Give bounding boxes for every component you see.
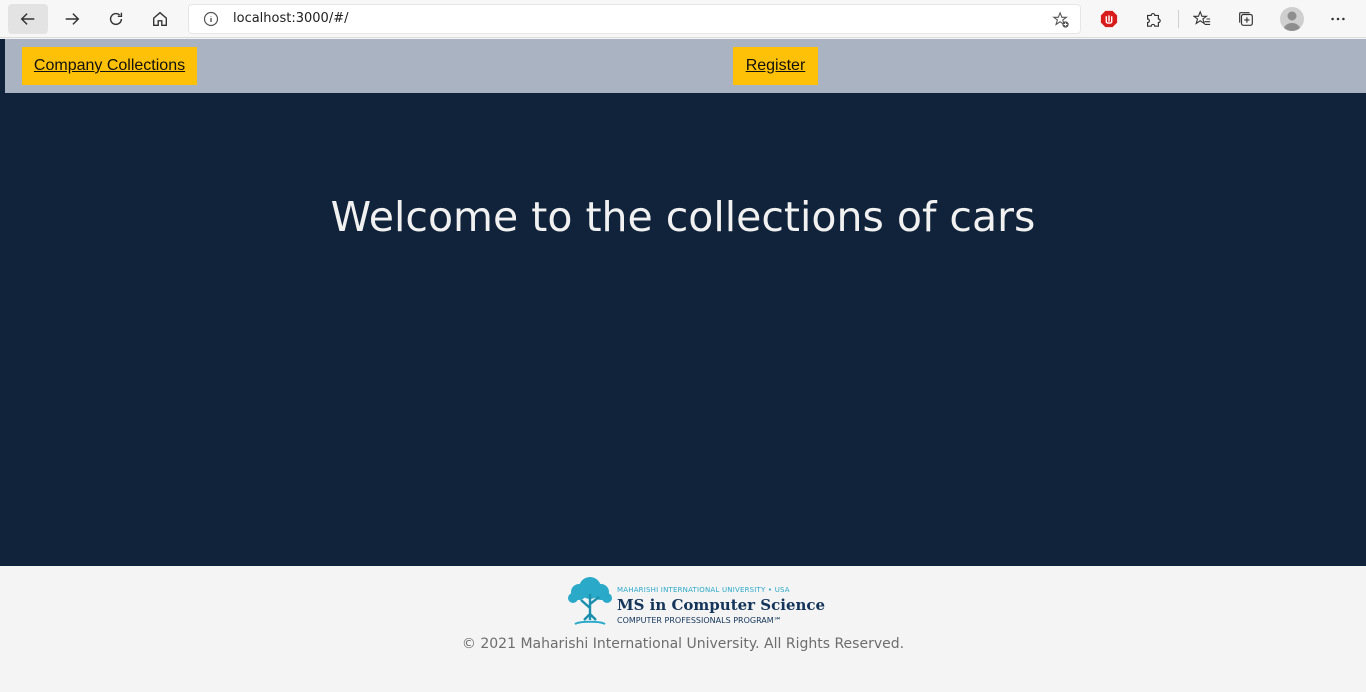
adblock-icon — [1100, 10, 1118, 28]
logo-program-text: MS in Computer Science — [617, 596, 826, 614]
forward-button[interactable] — [52, 4, 92, 34]
info-icon[interactable] — [203, 11, 219, 27]
collections-button[interactable] — [1234, 7, 1258, 31]
tree-logo-icon — [568, 577, 612, 625]
puzzle-icon — [1147, 13, 1161, 27]
collections-icon — [1239, 12, 1253, 26]
footer: MAHARISHI INTERNATIONAL UNIVERSITY • USA… — [0, 566, 1366, 692]
logo-university-text: MAHARISHI INTERNATIONAL UNIVERSITY • USA — [617, 586, 790, 594]
home-icon — [153, 11, 167, 26]
university-logo: MAHARISHI INTERNATIONAL UNIVERSITY • USA… — [565, 574, 825, 626]
more-button[interactable] — [1326, 7, 1350, 31]
extensions-button[interactable] — [1141, 7, 1165, 31]
more-icon — [1331, 17, 1345, 21]
browser-toolbar: localhost:3000/#/ — [0, 0, 1366, 38]
profile-icon — [1283, 11, 1301, 31]
back-arrow-icon — [20, 13, 35, 25]
copyright-text: © 2021 Maharishi International Universit… — [461, 636, 905, 652]
app-navbar: Company Collections Register — [0, 39, 1366, 93]
star-add-icon[interactable] — [1052, 11, 1070, 29]
page-title: Welcome to the collections of cars — [330, 193, 1036, 241]
hero-section: Welcome to the collections of cars — [0, 93, 1366, 566]
back-button[interactable] — [8, 4, 48, 34]
favorites-icon — [1193, 10, 1211, 25]
reload-icon — [109, 12, 123, 26]
toolbar-divider — [1178, 10, 1179, 28]
reload-button[interactable] — [96, 4, 136, 34]
profile-button[interactable] — [1280, 7, 1304, 31]
register-link[interactable]: Register — [733, 47, 818, 85]
logo-subtitle-text: COMPUTER PROFESSIONALS PROGRAM℠ — [617, 616, 782, 625]
home-button[interactable] — [140, 4, 180, 34]
address-bar[interactable]: localhost:3000/#/ — [188, 4, 1081, 34]
favorites-button[interactable] — [1190, 7, 1214, 31]
forward-arrow-icon — [65, 13, 80, 25]
url-text[interactable]: localhost:3000/#/ — [233, 11, 348, 26]
adblock-button[interactable] — [1097, 7, 1121, 31]
company-collections-link[interactable]: Company Collections — [22, 47, 197, 85]
